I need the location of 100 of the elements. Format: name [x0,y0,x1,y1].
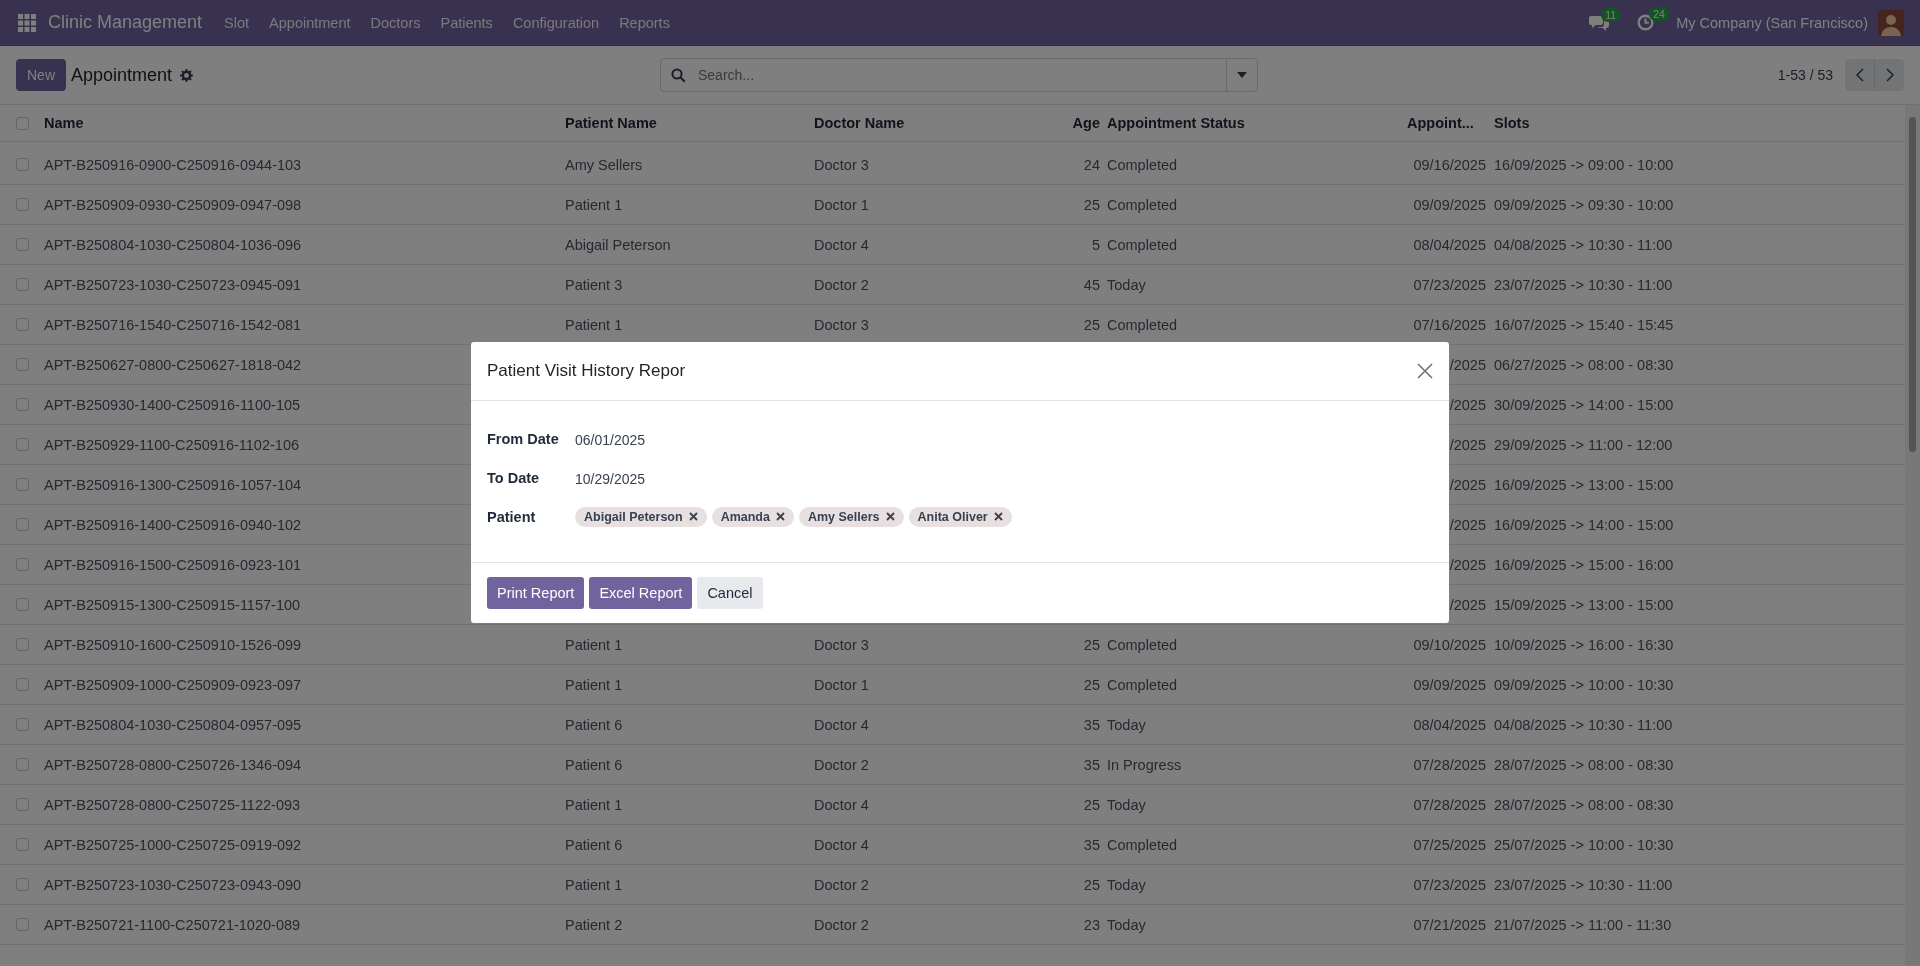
table-cell: 08/04/2025 [1413,236,1486,253]
table-cell: 5 [1091,236,1100,253]
table-cell: Patient 1 [565,636,623,653]
row-checkbox[interactable] [15,718,29,731]
scroll-bar[interactable] [1905,105,1920,965]
table-cell: Today [1107,716,1146,733]
table-cell: APT-B250728-0800-C250726-1346-094 [44,756,302,773]
column-header[interactable]: Appointment Status [1107,115,1245,131]
select-all-checkbox[interactable] [15,116,29,130]
table-cell: 35 [1083,756,1100,773]
field-label: From Date [487,430,560,447]
column-header[interactable]: Patient Name [565,115,657,131]
table-cell: /2025 [1449,516,1486,533]
column-header[interactable]: Appoint... [1407,115,1474,131]
user-avatar[interactable] [1878,9,1904,36]
table-cell: APT-B250915-1300-C250915-1157-100 [44,596,301,613]
remove-tag-icon[interactable] [993,512,1003,521]
row-checkbox[interactable] [15,358,29,371]
row-checkbox[interactable] [15,518,29,531]
table-cell: 09/09/2025 -> 10:00 - 10:30 [1494,676,1674,693]
app-name[interactable]: Clinic Management [48,12,203,33]
pager-value[interactable]: 1-53 / 53 [1777,67,1833,83]
table-cell: 16/09/2025 -> 13:00 - 15:00 [1494,476,1674,493]
search-bar[interactable]: Search... [660,58,1258,92]
row-checkbox[interactable] [15,278,29,291]
company-name[interactable]: My Company (San Francisco) [1676,14,1868,31]
table-cell: 24 [1083,156,1100,173]
row-checkbox[interactable] [15,198,29,211]
table-cell: 25 [1083,316,1100,333]
chevron-left-icon [1855,68,1864,82]
table-cell: APT-B250910-1600-C250910-1526-099 [44,636,302,653]
table-cell: Doctor 2 [814,276,869,293]
row-checkbox[interactable] [15,438,29,451]
menu-item[interactable]: Reports [609,14,680,31]
table-cell: /2025 [1449,356,1486,373]
activity-count-badge: 24 [1649,7,1669,21]
previous-button[interactable] [1845,59,1875,91]
message-count-badge: 11 [1601,7,1621,22]
table-cell: Patient 2 [565,916,623,933]
menu-item[interactable]: Appointment [259,14,361,31]
date-field[interactable]: 10/29/2025 [575,471,646,487]
column-header[interactable]: Name [44,115,84,131]
date-field[interactable]: 06/01/2025 [575,432,646,448]
table-cell: Today [1107,876,1146,893]
table-cell: /2025 [1449,556,1486,573]
close-icon[interactable] [1417,363,1433,379]
remove-tag-icon[interactable] [688,512,698,521]
row-checkbox[interactable] [15,558,29,571]
table-cell: Completed [1107,636,1178,653]
menu-item[interactable]: Configuration [502,14,610,31]
table-cell: 07/23/2025 [1413,876,1486,893]
gear-icon[interactable] [180,68,194,82]
table-cell: 25 [1083,636,1100,653]
table-cell: 09/10/2025 [1413,636,1486,653]
table-cell: APT-B250627-0800-C250627-1818-042 [44,356,302,373]
row-checkbox[interactable] [15,638,29,651]
table-cell: 07/28/2025 [1413,796,1486,813]
table-cell: 30/09/2025 -> 14:00 - 15:00 [1494,396,1674,413]
clock-icon[interactable] [1637,14,1655,31]
dialog-button[interactable]: Cancel [697,577,763,609]
remove-tag-icon[interactable] [775,512,785,521]
row-checkbox[interactable] [15,238,29,251]
table-cell: APT-B250721-1100-C250721-1020-089 [44,916,301,933]
menu-item[interactable]: Doctors [360,14,431,31]
table-cell: 35 [1083,716,1100,733]
menu-item[interactable]: Slot [214,14,260,31]
new-button[interactable]: New [16,59,66,91]
table-cell: APT-B250804-1030-C250804-0957-095 [44,716,302,733]
dialog-button[interactable]: Excel Report [589,577,693,609]
dialog-button[interactable]: Print Report [487,577,585,609]
table-cell: Doctor 2 [814,756,869,773]
table-cell: APT-B250916-0900-C250916-0944-103 [44,156,302,173]
row-checkbox[interactable] [15,878,29,891]
caret-icon[interactable] [1237,72,1247,78]
search-field[interactable]: Search... [696,66,1226,84]
row-checkbox[interactable] [15,838,29,851]
row-checkbox[interactable] [15,598,29,611]
table-cell: 28/07/2025 -> 08:00 - 08:30 [1494,796,1674,813]
row-checkbox[interactable] [15,478,29,491]
remove-tag-icon[interactable] [885,512,895,521]
app-menu-icon[interactable] [18,13,36,32]
table-cell: APT-B250916-1400-C250916-0940-102 [44,516,302,533]
column-header[interactable]: Age [1072,115,1100,131]
table-cell: Doctor 1 [814,196,869,213]
column-header[interactable]: Doctor Name [814,115,905,131]
row-checkbox[interactable] [15,798,29,811]
next-button[interactable] [1875,59,1904,91]
table-cell: APT-B250723-1030-C250723-0945-091 [44,276,302,293]
table-cell: 07/28/2025 [1413,756,1486,773]
row-checkbox[interactable] [15,678,29,691]
menu-item[interactable]: Patients [430,14,503,31]
table-cell: /2025 [1449,436,1486,453]
table-cell: Completed [1107,156,1178,173]
dialog-title: Patient Visit History Repor [487,361,686,381]
row-checkbox[interactable] [15,758,29,771]
row-checkbox[interactable] [15,398,29,411]
column-header[interactable]: Slots [1494,115,1530,131]
row-checkbox[interactable] [15,158,29,171]
row-checkbox[interactable] [15,318,29,331]
row-checkbox[interactable] [15,918,29,931]
